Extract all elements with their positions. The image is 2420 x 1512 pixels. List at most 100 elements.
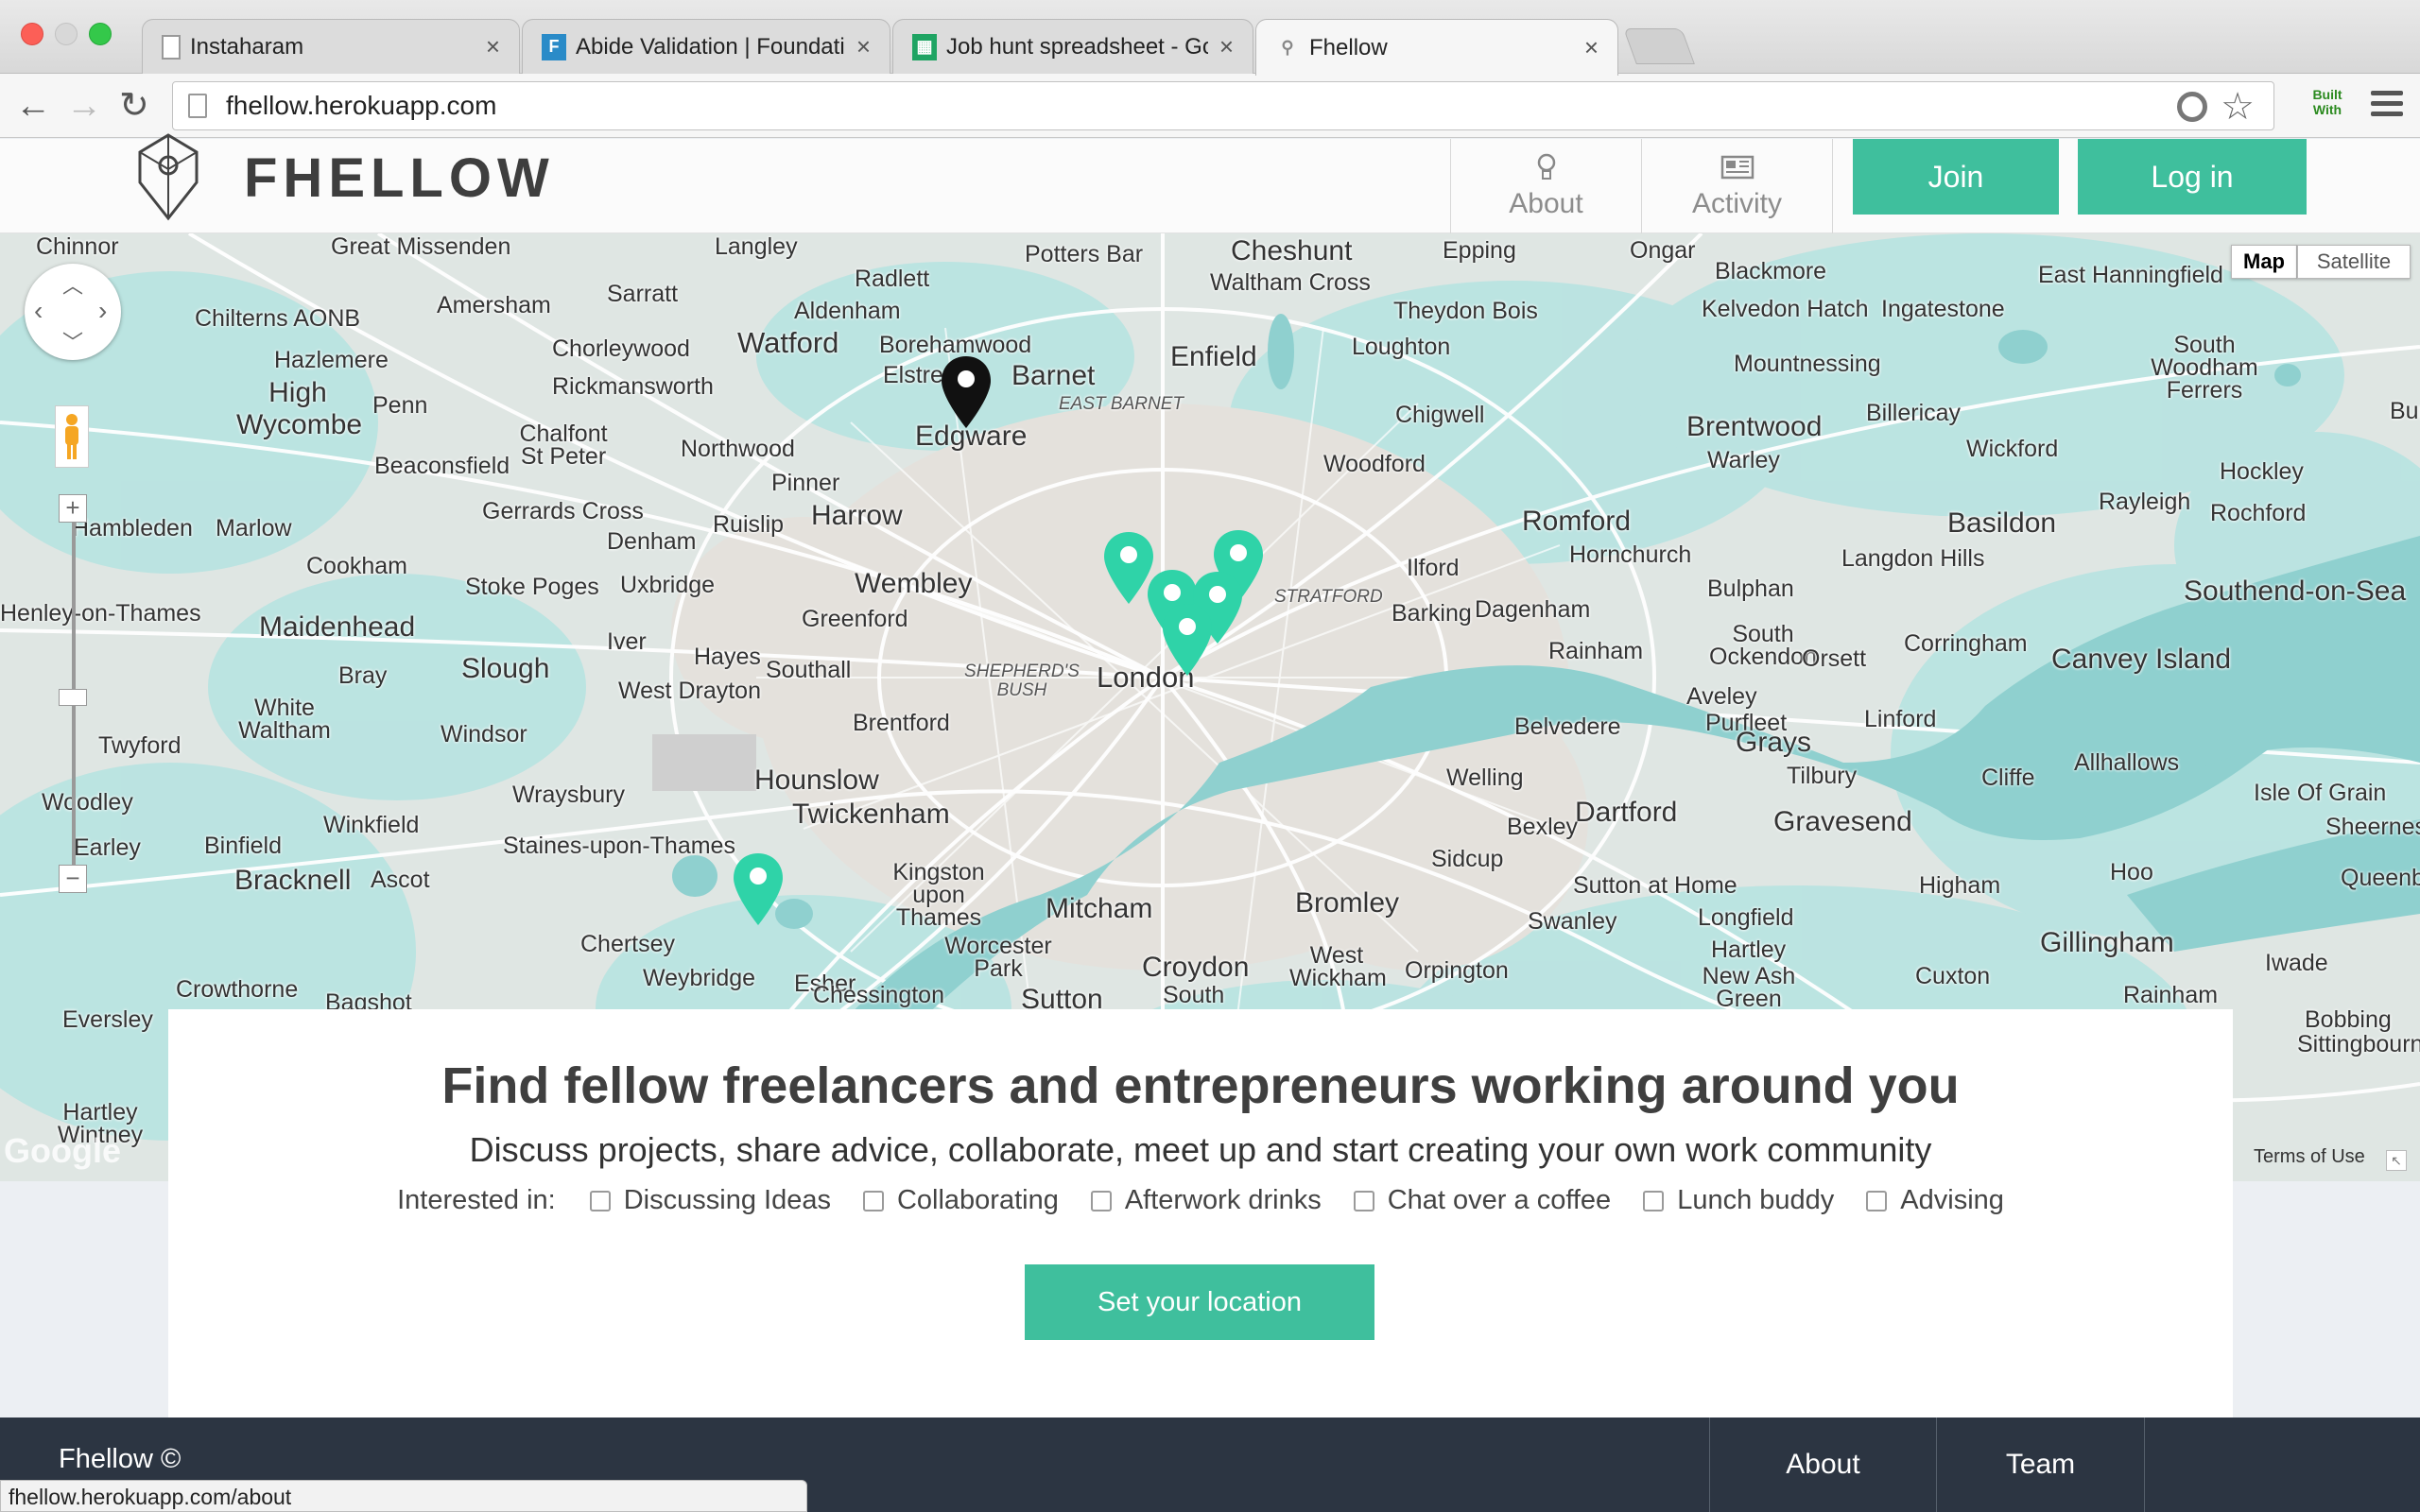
footer-team-link[interactable]: Team [1936,1418,2144,1512]
terms-of-use-link[interactable]: Terms of Use [2254,1146,2365,1168]
map-label: Hartley [1711,936,1787,963]
zoom-in-button[interactable]: + [59,494,87,523]
zoom-slider-thumb[interactable] [59,689,87,706]
map-label: Beaconsfield [374,453,510,479]
browser-tab[interactable]: F Abide Validation | Foundati × [522,19,890,74]
address-bar[interactable]: fhellow.herokuapp.com ☆ [172,81,2274,130]
map-label: Bobbing [2305,1006,2392,1033]
join-button[interactable]: Join [1853,139,2059,215]
interest-afterwork-drinks[interactable]: Afterwork drinks [1090,1185,1322,1216]
map-pan-control[interactable]: ︿ ﹀ ‹ › [25,264,121,360]
site-logo-text[interactable]: FHELLOW [244,146,555,210]
map-label: Kelvedon Hatch [1702,296,1869,322]
set-location-button[interactable]: Set your location [1025,1264,1374,1340]
map-label: Watford [737,326,839,359]
map-label: Ongar [1630,237,1696,264]
report-map-error-icon[interactable]: ↖ [2386,1150,2407,1171]
location-target-icon[interactable] [2177,92,2207,122]
map-type-satellite-button[interactable]: Satellite [2297,245,2411,279]
checkbox[interactable] [1643,1190,1665,1211]
checkbox[interactable] [862,1190,884,1211]
pan-left-icon[interactable]: ‹ [34,296,43,326]
close-tab-icon[interactable]: × [486,32,500,61]
map-label: Chessington [813,982,944,1008]
nav-about[interactable]: About [1450,139,1641,233]
fhellow-logo-icon[interactable] [136,133,200,222]
close-tab-icon[interactable]: × [856,32,871,61]
map-label: New Ash Green [1702,963,1796,1012]
footer-about-link[interactable]: About [1709,1418,1936,1512]
pan-down-icon[interactable]: ﹀ [62,326,83,356]
map-label: Gerrards Cross [482,498,644,524]
user-pin[interactable] [1161,602,1214,678]
close-tab-icon[interactable]: × [1219,32,1234,61]
browser-tab[interactable]: Instaharam × [142,19,520,74]
browser-tab-active[interactable]: ⚲ Fhellow × [1255,19,1618,76]
map-label: Mountnessing [1734,351,1881,377]
map-label: Kingston upon Thames [892,859,985,931]
map-label: Binfield [204,833,282,859]
interest-lunch-buddy[interactable]: Lunch buddy [1643,1185,1834,1216]
hero-subtitle: Discuss projects, share advice, collabor… [469,1130,1932,1169]
map-label: Epping [1443,237,1516,264]
map-label: Warley [1707,447,1780,473]
pan-up-icon[interactable]: ︿ [62,269,83,300]
interest-discussing-ideas[interactable]: Discussing Ideas [589,1185,831,1216]
tab-title: Instaharam [190,33,304,60]
map-label: Chilterns AONB [195,305,361,332]
map-label: Denham [607,528,697,555]
map-label: Enfield [1170,341,1257,372]
map-type-map-button[interactable]: Map [2231,245,2297,279]
interest-label: Collaborating [896,1185,1059,1215]
maximize-window-button[interactable] [89,23,112,45]
interest-label: Lunch buddy [1677,1185,1835,1215]
checkbox[interactable] [1090,1190,1112,1211]
map-label: Sarratt [607,281,679,307]
page-icon [162,34,181,60]
reload-icon[interactable]: ↻ [119,87,149,125]
map-label: Linford [1864,706,1937,732]
checkbox[interactable] [1353,1190,1374,1211]
map-label: Bracknell [234,865,352,896]
interest-chat-over-coffee[interactable]: Chat over a coffee [1353,1185,1611,1216]
map-label: Brentford [853,710,950,736]
map-label: Northwood [681,436,795,462]
user-pin-black[interactable] [940,354,993,430]
map-label: EAST BARNET [1059,394,1184,414]
menu-icon[interactable] [2371,91,2403,122]
map-label: Hockley [2220,458,2304,485]
map-label: Woodley [42,789,133,816]
checkbox[interactable] [589,1190,611,1211]
url-text[interactable]: fhellow.herokuapp.com [226,91,496,121]
map-label: Langley [715,233,798,260]
map-label: West Drayton [618,678,761,704]
close-window-button[interactable] [21,23,43,45]
map-label: Hoo [2110,859,2153,885]
checkbox[interactable] [1866,1190,1888,1211]
map-label: Bray [338,662,388,689]
builtwith-extension-icon[interactable]: Built With [2307,87,2348,125]
zoom-out-button[interactable]: − [59,865,87,893]
close-tab-icon[interactable]: × [1584,33,1599,62]
street-view-pegman-icon[interactable] [55,405,89,468]
forward-icon[interactable]: → [66,87,102,125]
bookmark-star-icon[interactable]: ☆ [2221,86,2255,128]
map-label: Sidcup [1431,846,1504,872]
interest-advising[interactable]: Advising [1866,1185,2004,1216]
back-icon[interactable]: ← [15,87,51,125]
login-button[interactable]: Log in [2078,139,2307,215]
interest-collaborating[interactable]: Collaborating [862,1185,1059,1216]
map-label: Bromley [1295,887,1400,919]
browser-tab[interactable]: ▦ Job hunt spreadsheet - Go × [892,19,1253,74]
new-tab-button[interactable] [1623,28,1695,64]
user-pin[interactable] [732,851,785,927]
minimize-window-button[interactable] [55,23,78,45]
map-label: Eversley [62,1006,153,1033]
nav-activity[interactable]: Activity [1641,139,1832,233]
map-label: Belvedere [1514,713,1621,740]
page-icon [188,94,207,118]
map-label: South Woodham Ferrers [2151,332,2258,404]
map-label: Chertsey [580,931,676,957]
pan-right-icon[interactable]: › [98,296,107,326]
map-label: Rochford [2210,500,2307,526]
